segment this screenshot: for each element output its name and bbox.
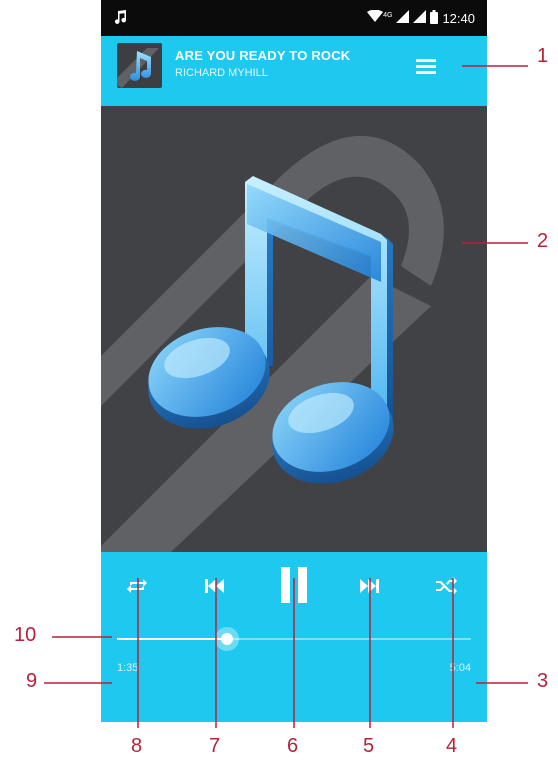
callout-5: 5 xyxy=(363,735,375,757)
skip-next-icon xyxy=(359,578,379,598)
callout-1: 1 xyxy=(537,45,549,67)
seek-bar-thumb[interactable] xyxy=(214,627,239,651)
mobile-signal-icon xyxy=(396,10,410,26)
skip-previous-icon xyxy=(205,578,225,598)
song-artist: RICHARD MYHILL xyxy=(175,67,268,79)
seek-bar[interactable] xyxy=(117,627,471,651)
status-icons: 4G 12:40 xyxy=(367,9,475,27)
total-duration: 5:04 xyxy=(449,662,471,674)
music-note-icon xyxy=(113,9,129,28)
battery-icon xyxy=(430,9,439,27)
next-button[interactable] xyxy=(349,568,389,608)
repeat-button[interactable] xyxy=(117,568,157,608)
callout-6: 6 xyxy=(287,735,299,757)
repeat-icon xyxy=(126,577,148,600)
pause-icon xyxy=(279,566,309,608)
callout-7: 7 xyxy=(209,735,221,757)
previous-button[interactable] xyxy=(195,568,235,608)
network-4g-label: 4G xyxy=(383,11,393,19)
status-bar: 4G 12:40 xyxy=(101,0,487,36)
clock: 12:40 xyxy=(442,10,475,26)
shuffle-icon xyxy=(436,576,458,600)
callout-3: 3 xyxy=(537,670,549,692)
shuffle-button[interactable] xyxy=(427,568,467,608)
phone-screen: 4G 12:40 ARE YOU READY TO ROCK RICHARD M… xyxy=(101,0,487,722)
album-artwork xyxy=(101,106,487,552)
callout-8: 8 xyxy=(131,735,143,757)
now-playing-header: ARE YOU READY TO ROCK RICHARD MYHILL xyxy=(101,36,487,106)
playback-controls: 1:35 5:04 xyxy=(101,552,487,722)
seek-bar-progress xyxy=(117,638,227,640)
wifi-icon xyxy=(367,9,384,26)
hamburger-menu-icon[interactable] xyxy=(411,54,441,78)
callout-4: 4 xyxy=(446,735,458,757)
callout-9: 9 xyxy=(26,670,38,692)
song-title: ARE YOU READY TO ROCK xyxy=(175,48,351,63)
music-note-artwork-icon xyxy=(101,135,444,552)
cell-signal-icon xyxy=(413,10,427,26)
elapsed-time: 1:35 xyxy=(117,662,139,674)
callout-2: 2 xyxy=(537,230,549,252)
pause-button[interactable] xyxy=(271,562,317,612)
album-art-thumbnail[interactable] xyxy=(117,43,162,88)
callout-10: 10 xyxy=(14,624,37,646)
